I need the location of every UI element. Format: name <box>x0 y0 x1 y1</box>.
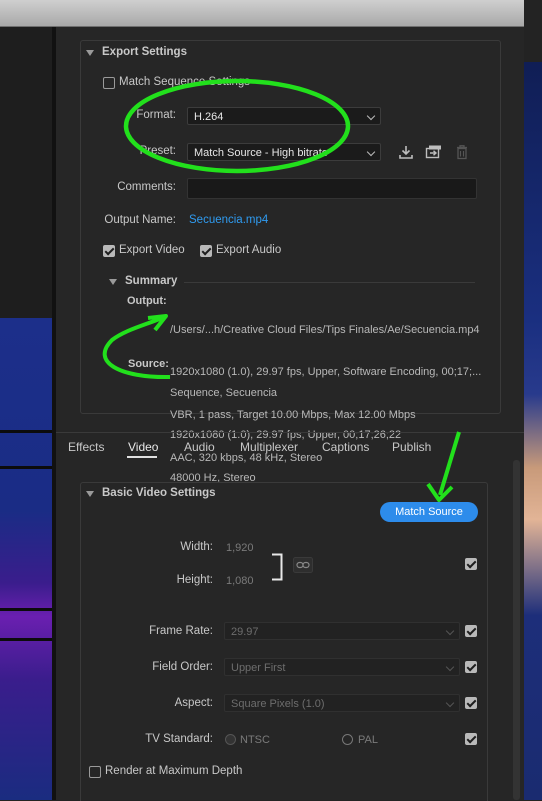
save-preset-icon[interactable] <box>398 144 414 160</box>
chevron-down-icon <box>445 626 455 636</box>
summary-source-text: Sequence, Secuencia 1920x1080 (1.0), 29.… <box>170 357 401 500</box>
render-max-depth-label: Render at Maximum Depth <box>105 765 243 777</box>
render-max-depth-checkbox[interactable] <box>89 766 101 778</box>
chevron-down-icon <box>445 698 455 708</box>
frame-rate-value: 29.97 <box>231 626 259 638</box>
field-order-dropdown[interactable]: Upper First <box>224 658 460 676</box>
summary-source-label: Source: <box>128 358 169 370</box>
height-label: Height: <box>176 574 213 586</box>
video-collapse-triangle-icon[interactable] <box>86 491 94 497</box>
width-label: Width: <box>180 541 213 553</box>
tab-video[interactable]: Video <box>128 440 158 454</box>
output-video-preview <box>524 62 542 800</box>
dimension-bracket-icon <box>272 553 283 581</box>
dimensions-match-checkbox[interactable] <box>465 558 477 570</box>
export-video-label: Export Video <box>119 244 185 256</box>
ntsc-radio[interactable] <box>225 734 236 745</box>
aspect-label: Aspect: <box>174 697 213 709</box>
collapse-triangle-icon[interactable] <box>86 50 94 56</box>
format-value: H.264 <box>194 111 224 123</box>
ntsc-label: NTSC <box>240 734 270 746</box>
comments-label: Comments: <box>117 181 176 193</box>
tab-publish[interactable]: Publish <box>392 440 431 454</box>
height-value[interactable]: 1,080 <box>226 575 254 587</box>
basic-video-settings-group <box>80 482 488 801</box>
summary-collapse-triangle-icon[interactable] <box>109 279 117 285</box>
export-audio-checkbox[interactable] <box>200 245 212 257</box>
pal-radio[interactable] <box>342 734 353 745</box>
active-tab-indicator <box>127 456 157 458</box>
tv-standard-match-checkbox[interactable] <box>465 733 477 745</box>
window-titlebar <box>0 0 524 27</box>
summary-heading: Summary <box>125 275 178 287</box>
aspect-dropdown[interactable]: Square Pixels (1.0) <box>224 694 460 712</box>
summary-output-line: /Users/...h/Creative Cloud Files/Tips Fi… <box>170 323 480 336</box>
width-value[interactable]: 1,920 <box>226 542 254 554</box>
output-name-link[interactable]: Secuencia.mp4 <box>189 214 268 226</box>
preset-dropdown[interactable]: Match Source - High bitrate <box>187 143 381 161</box>
summary-divider <box>184 282 475 283</box>
preset-value: Match Source - High bitrate <box>194 147 328 159</box>
aspect-match-checkbox[interactable] <box>465 697 477 709</box>
chevron-down-icon <box>366 111 376 121</box>
tab-captions[interactable]: Captions <box>322 440 369 454</box>
tabs-divider <box>56 432 524 433</box>
video-scrollbar[interactable] <box>513 460 520 800</box>
field-order-value: Upper First <box>231 662 286 674</box>
field-order-label: Field Order: <box>152 661 213 673</box>
delete-preset-icon[interactable] <box>455 144 469 160</box>
match-sequence-label: Match Sequence Settings <box>119 76 251 88</box>
export-settings-heading: Export Settings <box>102 46 187 58</box>
chevron-down-icon <box>445 662 455 672</box>
frame-rate-label: Frame Rate: <box>149 625 213 637</box>
chevron-down-icon <box>366 147 376 157</box>
format-label: Format: <box>136 109 176 121</box>
frame-rate-match-checkbox[interactable] <box>465 625 477 637</box>
summary-output-label: Output: <box>127 295 167 307</box>
field-order-match-checkbox[interactable] <box>465 661 477 673</box>
basic-video-settings-heading: Basic Video Settings <box>102 487 216 499</box>
tab-effects[interactable]: Effects <box>68 440 104 454</box>
export-audio-label: Export Audio <box>216 244 282 256</box>
tab-multiplexer[interactable]: Multiplexer <box>240 440 298 454</box>
comments-input[interactable] <box>187 178 477 199</box>
preset-label: Preset: <box>139 145 176 157</box>
tab-audio[interactable]: Audio <box>184 440 215 454</box>
chain-link-icon[interactable] <box>293 557 313 573</box>
import-preset-icon[interactable] <box>425 144 442 160</box>
tv-standard-label: TV Standard: <box>145 733 213 745</box>
summary-source-line: Sequence, Secuencia <box>170 386 278 399</box>
match-source-button[interactable]: Match Source <box>380 502 478 522</box>
format-dropdown[interactable]: H.264 <box>187 107 381 125</box>
export-video-checkbox[interactable] <box>103 245 115 257</box>
pal-label: PAL <box>358 734 378 746</box>
aspect-value: Square Pixels (1.0) <box>231 698 325 710</box>
source-video-preview <box>0 318 52 800</box>
match-sequence-checkbox[interactable] <box>103 77 115 89</box>
output-name-label: Output Name: <box>104 214 176 226</box>
frame-rate-dropdown[interactable]: 29.97 <box>224 622 460 640</box>
